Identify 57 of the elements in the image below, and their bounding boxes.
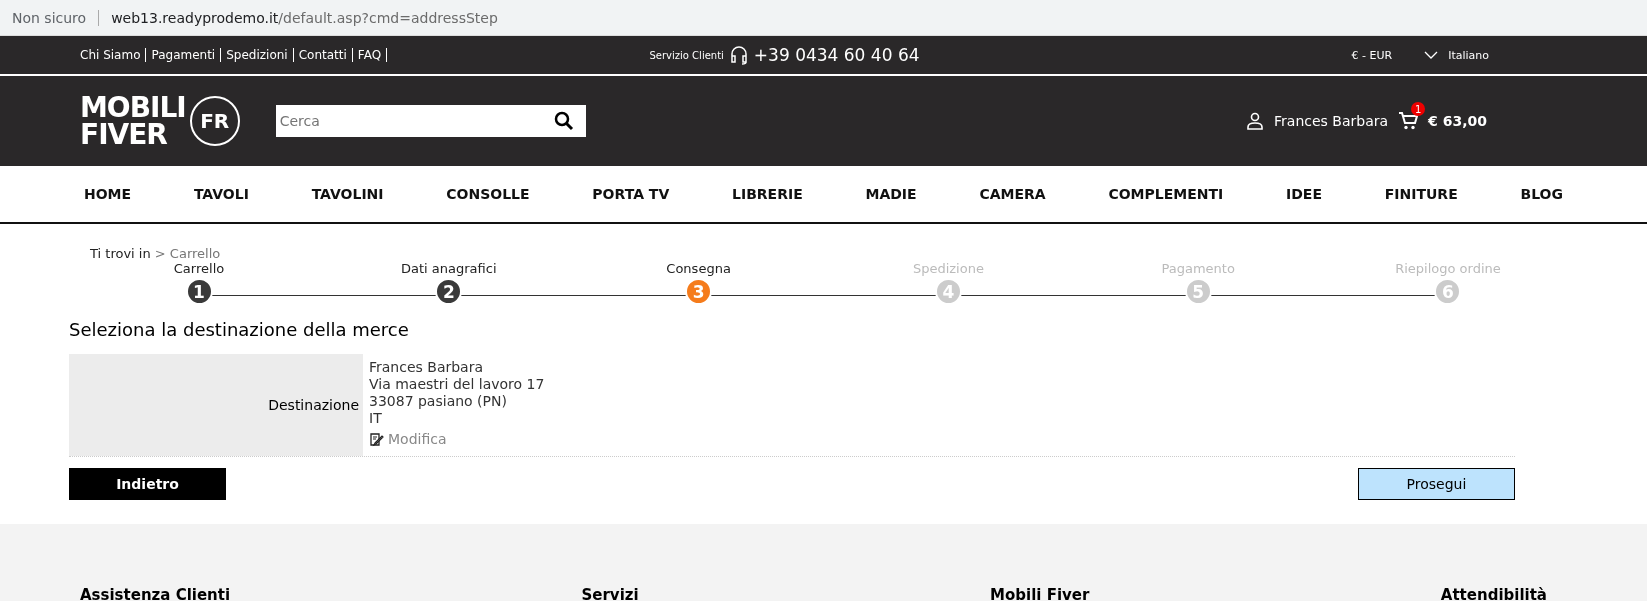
- top-link[interactable]: Chi Siamo: [80, 48, 147, 62]
- step-number: 3: [685, 278, 713, 305]
- footer-heading: Servizi: [581, 586, 639, 601]
- nav-item[interactable]: MADIE: [865, 186, 917, 202]
- nav-item[interactable]: TAVOLI: [193, 186, 249, 202]
- nav-item[interactable]: LIBRERIE: [732, 186, 803, 202]
- edit-link[interactable]: Modifica: [369, 431, 545, 448]
- top-link[interactable]: FAQ: [352, 48, 388, 62]
- currency-selector[interactable]: € - EUR: [1351, 48, 1393, 62]
- security-label: Non sicuro: [12, 9, 100, 26]
- back-button[interactable]: Indietro: [69, 468, 226, 500]
- step-label: Pagamento: [1161, 261, 1235, 276]
- step-label: Riepilogo ordine: [1395, 261, 1501, 276]
- user-icon[interactable]: [1246, 112, 1265, 130]
- address-line: 33087 pasiano (PN): [369, 393, 508, 410]
- nav-item[interactable]: TAVOLINI: [311, 186, 384, 202]
- search-icon[interactable]: [553, 111, 574, 131]
- nav-item[interactable]: CONSOLLE: [446, 186, 530, 202]
- address-line: IT: [369, 410, 383, 427]
- continue-button[interactable]: Prosegui: [1358, 468, 1515, 500]
- top-link[interactable]: Pagamenti: [146, 48, 222, 62]
- headset-icon: [728, 45, 749, 65]
- destination-label: Destinazione: [69, 354, 363, 456]
- cart-count-badge: 1: [1411, 102, 1426, 116]
- url-text: web13.readyprodemo.it/default.asp?cmd=addressStep: [111, 9, 498, 26]
- cart-total[interactable]: € 63,00: [1428, 113, 1487, 129]
- address-line: Frances Barbara: [369, 359, 485, 376]
- address-bar[interactable]: Non sicuro web13.readyprodemo.it/default.asp?cmd=addressStep: [0, 0, 1647, 36]
- footer-heading: Assistenza Clienti: [80, 586, 231, 601]
- cart-icon[interactable]: [1398, 111, 1419, 131]
- nav-item[interactable]: HOME: [84, 186, 132, 202]
- breadcrumb: Ti trovi in > Carrello: [90, 246, 222, 261]
- service-label: Servizio Clienti: [649, 49, 724, 61]
- nav-item[interactable]: COMPLEMENTI: [1108, 186, 1224, 202]
- step-label: Carrello: [173, 261, 225, 276]
- nav-item[interactable]: PORTA TV: [592, 186, 670, 202]
- nav-item[interactable]: CAMERA: [979, 186, 1046, 202]
- step-label: Dati anagrafici: [401, 261, 497, 276]
- search-field[interactable]: Cerca: [275, 105, 586, 137]
- nav-item[interactable]: BLOG: [1520, 186, 1563, 202]
- language-selector[interactable]: Italiano: [1448, 48, 1489, 62]
- address-line: Via maestri del lavoro 17: [369, 376, 545, 393]
- footer-heading: Attendibilità: [1440, 586, 1547, 601]
- step-number: 2: [435, 278, 463, 305]
- chevron-down-icon: [1424, 50, 1439, 60]
- step-number: 1: [185, 278, 213, 305]
- footer-heading: Mobili Fiver: [990, 586, 1090, 601]
- nav-item[interactable]: IDEE: [1286, 186, 1322, 202]
- edit-icon: [369, 432, 384, 447]
- top-link[interactable]: Contatti: [293, 48, 353, 62]
- section-heading: Seleziona la destinazione della merce: [69, 319, 410, 340]
- phone-number: +39 0434 60 40 64: [753, 45, 920, 65]
- user-name[interactable]: Frances Barbara: [1274, 113, 1389, 129]
- nav-item[interactable]: FINITURE: [1384, 186, 1458, 202]
- step-label: Consegna: [666, 261, 731, 276]
- step-label: Spedizione: [912, 261, 984, 276]
- top-link[interactable]: Spedizioni: [221, 48, 294, 62]
